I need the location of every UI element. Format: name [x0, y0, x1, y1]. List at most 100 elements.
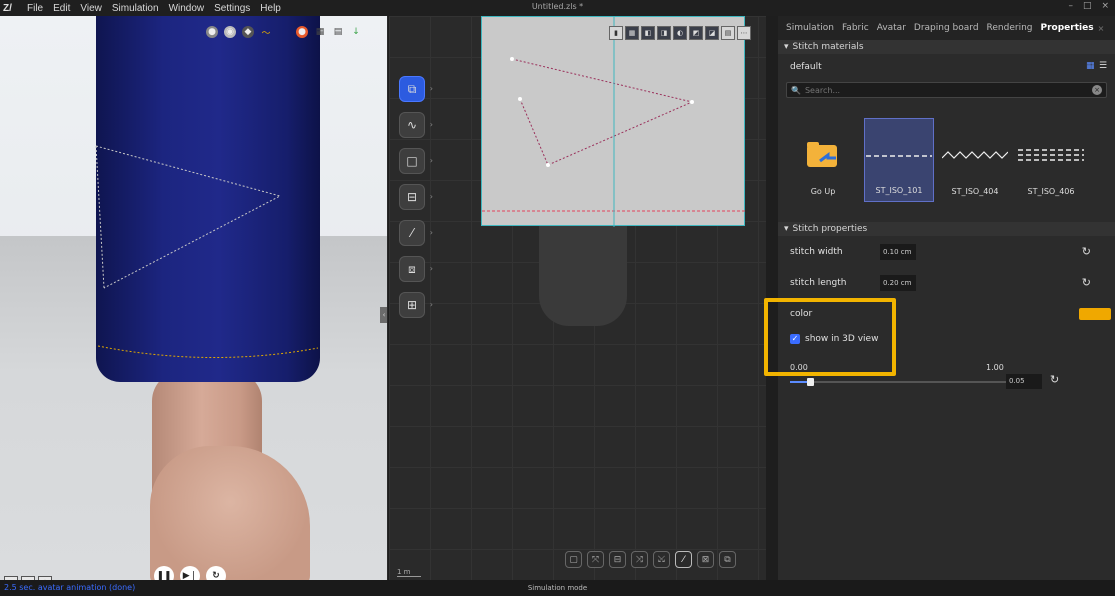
segment-sewing-icon[interactable]: ⊟: [609, 551, 626, 568]
arrange-icon[interactable]: ◩: [689, 26, 703, 40]
2d-pattern-window[interactable]: ▮ ▦ ◧ ◨ ◐ ◩ ◪ ▤ ⋯ ⧉ › ∿ › □ › ⊟ › ⁄ › ⧈ › ⊞ › ▢…: [389, 16, 766, 580]
edit-topstitch-icon[interactable]: ⊠: [697, 551, 714, 568]
reset-icon[interactable]: ↻: [1082, 276, 1091, 289]
m-n-sewing-icon[interactable]: ⤩: [653, 551, 670, 568]
panel-collapse-handle[interactable]: ‹: [380, 307, 387, 323]
menu-help[interactable]: Help: [255, 3, 286, 14]
color-swatch[interactable]: [1079, 307, 1111, 320]
material-label: Go Up: [810, 187, 836, 196]
stitch-line-3d: [95, 145, 282, 289]
material-grid: Go Up ST_ISO_101 ST_ISO_404 ST_ISO_406: [778, 98, 1115, 202]
search-input[interactable]: [804, 85, 1088, 95]
slider-value-field[interactable]: 0.05: [1006, 374, 1042, 389]
playback-controls: ❚❚ ▶❘ ↻: [154, 566, 226, 580]
pattern-piece[interactable]: [481, 16, 746, 227]
material-search[interactable]: 🔍 ×: [786, 82, 1107, 98]
fold-tool[interactable]: ⧈ ›: [399, 256, 433, 282]
grid-icon[interactable]: ▤: [721, 26, 735, 40]
stitch-404-icon: [942, 130, 1008, 180]
menu-edit[interactable]: Edit: [48, 3, 75, 14]
material-st-iso-404[interactable]: ST_ISO_404: [940, 118, 1010, 202]
material-st-iso-101[interactable]: ST_ISO_101: [864, 118, 934, 202]
color-picker-icon[interactable]: ●: [296, 26, 308, 38]
edit-sewing-icon[interactable]: ⤧: [587, 551, 604, 568]
more-icon[interactable]: ⋯: [737, 26, 751, 40]
topstitch-icon[interactable]: ⁄: [675, 551, 692, 568]
close-window-button[interactable]: ×: [1101, 1, 1109, 11]
stitch-length-field[interactable]: 0.20 cm: [880, 274, 916, 291]
symmetry-icon[interactable]: ◪: [705, 26, 719, 40]
stitch-line-3d-side: [95, 145, 105, 289]
stitch-display-icon[interactable]: 〜: [260, 26, 272, 39]
search-icon: 🔍: [791, 85, 801, 95]
maximize-button[interactable]: □: [1083, 1, 1092, 11]
stitch-width-label: stitch width: [790, 246, 843, 257]
texture-icon[interactable]: ◨: [657, 26, 671, 40]
tab-simulation[interactable]: Simulation: [782, 23, 838, 33]
material-st-iso-406[interactable]: ST_ISO_406: [1016, 118, 1086, 202]
reset-animation-button[interactable]: ↻: [206, 566, 226, 580]
panel-tabs: Simulation Fabric Avatar Draping board R…: [778, 16, 1115, 40]
reset-icon[interactable]: ↻: [1082, 245, 1091, 258]
garment-stitch-overlay: [95, 145, 319, 359]
2d-tool-column: ⧉ › ∿ › □ › ⊟ › ⁄ › ⧈ › ⊞ ›: [399, 76, 433, 318]
tab-fabric[interactable]: Fabric: [838, 23, 873, 33]
slider-track[interactable]: [790, 378, 1010, 386]
slider-thumb[interactable]: [807, 378, 814, 386]
tab-draping-board[interactable]: Draping board: [910, 23, 983, 33]
avatar-display-icon[interactable]: ◆: [242, 26, 254, 38]
collapse-icon: ▾: [784, 224, 789, 234]
layout-icon[interactable]: ▤: [332, 26, 344, 38]
material-group-label: default: [790, 62, 822, 72]
grid-view-toggle-icon[interactable]: ▦: [1086, 61, 1096, 71]
select-pattern-icon[interactable]: ▢: [565, 551, 582, 568]
stitch-406-icon: [1018, 130, 1084, 180]
sewing-tool[interactable]: ⊟ ›: [399, 184, 433, 210]
show-3d-checkbox[interactable]: ✓: [790, 334, 800, 344]
free-sewing-icon[interactable]: ⤨: [631, 551, 648, 568]
tab-close-icon[interactable]: ×: [1098, 24, 1105, 33]
clear-search-icon[interactable]: ×: [1092, 85, 1102, 95]
step-forward-button[interactable]: ▶❘: [180, 566, 200, 580]
visibility-icon[interactable]: ◐: [673, 26, 687, 40]
pattern-view-icon[interactable]: ▦: [625, 26, 639, 40]
pause-button[interactable]: ❚❚: [154, 566, 174, 580]
3d-view-toolbar: ● ◉ ◆ 〜 ● ▦ ▤ ↓: [206, 26, 362, 39]
tab-rendering[interactable]: Rendering: [983, 23, 1037, 33]
download-icon[interactable]: ↓: [350, 26, 362, 38]
material-go-up[interactable]: Go Up: [788, 118, 858, 202]
measure-tool[interactable]: ⊞ ›: [399, 292, 433, 318]
garment-icon[interactable]: ▮: [609, 26, 623, 40]
select-icon[interactable]: ◧: [641, 26, 655, 40]
grid-view-icon[interactable]: ▦: [314, 26, 326, 38]
render-mode-icon[interactable]: ◉: [224, 26, 236, 38]
view-toggle: ▦ ☰: [1086, 61, 1109, 71]
color-row: color: [778, 298, 1115, 329]
menu-window[interactable]: Window: [164, 3, 210, 14]
minimize-button[interactable]: –: [1068, 1, 1073, 11]
menu-file[interactable]: File: [22, 3, 48, 14]
color-label: color: [790, 308, 813, 319]
stitch-properties-title: Stitch properties: [792, 224, 868, 234]
list-view-toggle-icon[interactable]: ☰: [1099, 61, 1109, 71]
tab-properties[interactable]: Properties: [1037, 23, 1098, 33]
app-window: Z/ File Edit View Simulation Window Sett…: [0, 0, 1115, 596]
menu-view[interactable]: View: [75, 3, 107, 14]
curve-tool[interactable]: ∿ ›: [399, 112, 433, 138]
slider-row: 0.00 1.00 0.05 ↻: [778, 361, 1115, 401]
stitch-materials-header[interactable]: ▾ Stitch materials: [778, 40, 1115, 54]
tab-avatar[interactable]: Avatar: [873, 23, 910, 33]
3d-viewport[interactable]: ● ◉ ◆ 〜 ● ▦ ▤ ↓ ❚❚ ▶❘ ↻ ▣ ⌕ ◎ ‹: [0, 16, 388, 580]
menu-simulation[interactable]: Simulation: [107, 3, 164, 14]
stitch-properties-header[interactable]: ▾ Stitch properties: [778, 222, 1115, 236]
reset-icon[interactable]: ↻: [1050, 373, 1059, 386]
topstitch-tool[interactable]: ⁄ ›: [399, 220, 433, 246]
display-mode-icon[interactable]: ●: [206, 26, 218, 38]
material-label: ST_ISO_101: [875, 186, 923, 195]
menu-settings[interactable]: Settings: [209, 3, 255, 14]
stitch-width-field[interactable]: 0.10 cm: [880, 243, 916, 260]
rectangle-tool[interactable]: □ ›: [399, 148, 433, 174]
tack-icon[interactable]: ⧉: [719, 551, 736, 568]
stitch-width-row: stitch width 0.10 cm ↻: [778, 236, 1115, 267]
transform-pattern-tool[interactable]: ⧉ ›: [399, 76, 433, 102]
